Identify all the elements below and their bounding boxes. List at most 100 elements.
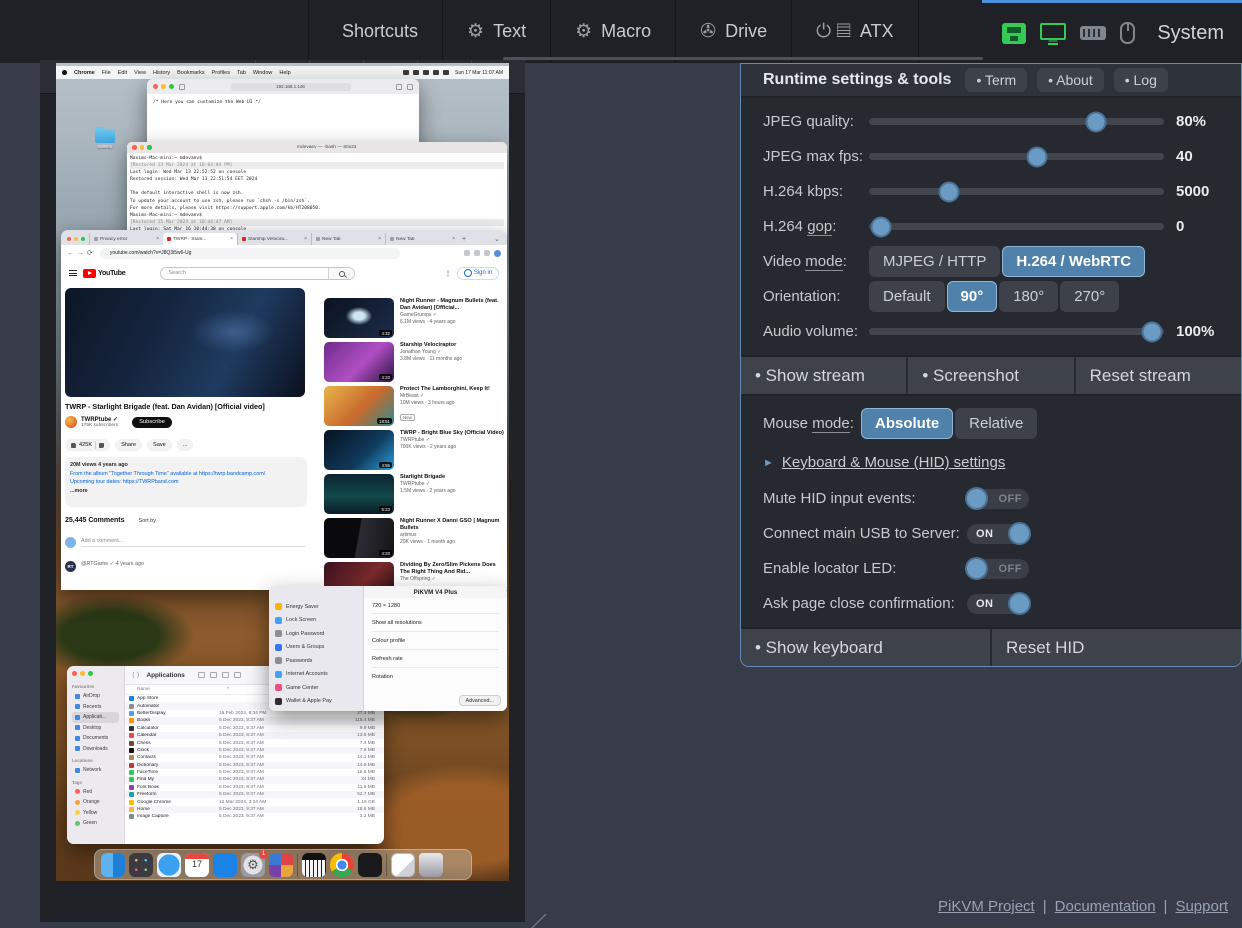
support-link[interactable]: Support [1175,898,1228,915]
dock-app-icon[interactable] [269,853,293,877]
tab-close-icon[interactable]: × [378,236,381,242]
close-confirm-toggle[interactable]: ON [967,594,1029,614]
mouse-mode-option[interactable]: Absolute [861,408,953,439]
extension-icon[interactable] [464,250,470,256]
slider-track[interactable] [869,118,1164,125]
video-mode-option[interactable]: H.264 / WebRTC [1002,246,1145,277]
finder-file-row[interactable]: Clock 5 Dec 2023, 9:37 AM 7.9 MB [125,747,384,754]
finder-sidebar-item[interactable]: Desktop [72,723,119,734]
settings-sidebar-item[interactable]: Internet Accounts [275,668,357,682]
tab-close-icon[interactable]: × [230,236,233,242]
dock-app-icon[interactable] [391,853,415,877]
audio-volume-track[interactable] [869,328,1164,335]
spotlight-icon[interactable] [443,70,449,75]
subscribe-button[interactable]: Subscribe [132,417,172,428]
description-more[interactable]: ...more [70,487,302,496]
control-center-icon[interactable] [423,70,429,75]
finder-file-row[interactable]: Image Capture 5 Dec 2023, 9:37 AM 3.2 MB [125,813,384,820]
finder-file-row[interactable]: Chess 5 Dec 2023, 9:37 AM 7.4 MB [125,739,384,746]
commenter-avatar[interactable]: RT [65,561,76,572]
slider-thumb[interactable] [938,181,959,202]
mac-menu-item[interactable]: Help [279,70,290,76]
column-name[interactable]: Name [137,687,227,692]
finder-sidebar-item[interactable]: Recents [72,702,119,713]
settings-row[interactable]: Show all resolutions [372,613,499,631]
dock-app-icon[interactable] [330,853,354,877]
panel-header-button[interactable]: • Term [965,68,1027,92]
suggested-video-item[interactable]: 4:33 Night Runner X Danni GSO | Magnum B… [324,518,505,558]
share-button[interactable]: Share [115,439,142,451]
add-comment-row[interactable]: Add a comment... [65,537,305,548]
settings-sidebar-item[interactable]: Wallet & Apple Pay [275,695,357,709]
mouse-mode-option[interactable]: Relative [955,408,1037,439]
toggle-knob[interactable] [1008,592,1031,615]
finder-tag-item[interactable]: Red [72,787,119,798]
bookmark-icon[interactable] [474,250,480,256]
dock-app-icon[interactable] [358,853,382,877]
hid-action-button[interactable]: • Show keyboard [741,629,990,666]
video-mode-option[interactable]: MJPEG / HTTP [869,246,1000,277]
nav-menu-item[interactable]: ⚙ Macro [550,0,675,63]
comments-sort-button[interactable]: Sort by [139,518,156,524]
chrome-tab[interactable]: New Tab × [311,233,385,245]
settings-row[interactable]: Colour profile [372,631,499,649]
finder-file-row[interactable]: Contacts 5 Dec 2023, 9:37 AM 14.1 MB [125,754,384,761]
mac-menu-item[interactable]: Window [253,70,273,76]
share-icon[interactable] [222,672,229,678]
suggested-video-item[interactable]: 18:51 Protect The Lamborghini, Keep It! … [324,386,505,426]
mac-menu-item[interactable]: Edit [118,70,127,76]
dock-app-icon[interactable] [129,853,153,877]
save-button[interactable]: Save [147,439,172,451]
dock-app-icon[interactable] [386,854,387,876]
finder-file-row[interactable]: Books 5 Dec 2023, 9:37 AM 115.4 MB [125,717,384,724]
audio-volume-thumb[interactable] [1142,321,1163,342]
usb-connect-toggle[interactable]: ON [967,524,1029,544]
settings-sidebar-item[interactable]: Lock Screen [275,614,357,628]
dock-app-icon[interactable] [157,853,181,877]
finder-tag-item[interactable]: Orange [72,797,119,808]
tab-search-chevron-icon[interactable]: ⌄ [494,235,500,243]
safari-newtab-icon[interactable] [407,84,413,90]
tab-close-icon[interactable]: × [452,236,455,242]
slider-track[interactable] [869,153,1164,160]
safari-share-icon[interactable] [396,84,402,90]
chrome-tab[interactable]: Privacy error × [89,233,163,245]
stream-action-button[interactable]: Reset stream [1076,357,1241,394]
finder-file-row[interactable]: Find My 5 Dec 2023, 9:37 AM 34 MB [125,776,384,783]
dock-app-icon[interactable] [213,853,237,877]
mac-clock[interactable]: Sun 17 Mar 11:07 AM [455,70,503,76]
input-switcher-icon[interactable] [413,70,419,75]
finder-back-forward[interactable]: ⟨⟩ [132,671,141,679]
suggested-video-item[interactable]: 4:32 Night Runner - Magnum Bullets (feat… [324,298,505,338]
locator-led-toggle[interactable]: OFF [967,559,1029,579]
slider-track[interactable] [869,223,1164,230]
video-player[interactable] [65,288,305,397]
youtube-search[interactable]: Search [160,267,355,280]
finder-location-item[interactable]: Network [72,765,119,776]
dock-app-icon[interactable] [419,853,443,877]
search-icon[interactable] [328,268,354,279]
comment-author[interactable]: @RTGame ✓ [81,561,114,567]
dock-app-icon[interactable] [302,853,326,877]
apple-logo-icon[interactable] [62,70,67,75]
video-mode-help-link[interactable]: mode [805,253,843,271]
chrome-address-bar[interactable]: youtube.com/watch?v=J8Q3i5w6-Ug [100,248,400,259]
browser-nav-buttons[interactable]: ←→⟳ [67,249,96,257]
slider-thumb[interactable] [1027,146,1048,167]
documentation-link[interactable]: Documentation [1055,898,1156,915]
stream-action-button[interactable]: • Show stream [741,357,906,394]
orientation-option[interactable]: 90° [947,281,998,312]
suggested-video-item[interactable]: 4:33 Starship Velociraptor Jonathan Youn… [324,342,505,382]
settings-sidebar-item[interactable]: Users & Groups [275,641,357,655]
toggle-knob[interactable] [965,487,988,510]
tag-icon[interactable] [234,672,241,678]
finder-tag-item[interactable]: Yellow [72,808,119,819]
toggle-knob[interactable] [965,557,988,580]
finder-file-row[interactable]: Home 5 Dec 2023, 9:37 AM 18.6 MB [125,806,384,813]
window-resize-handle[interactable] [515,914,547,928]
group-icon[interactable] [210,672,217,678]
settings-sidebar-item[interactable]: Game Center [275,681,357,695]
more-actions-button[interactable]: ... [177,439,194,451]
settings-sidebar-item[interactable]: Energy Saver [275,600,357,614]
advanced-button[interactable]: Advanced... [459,695,501,706]
